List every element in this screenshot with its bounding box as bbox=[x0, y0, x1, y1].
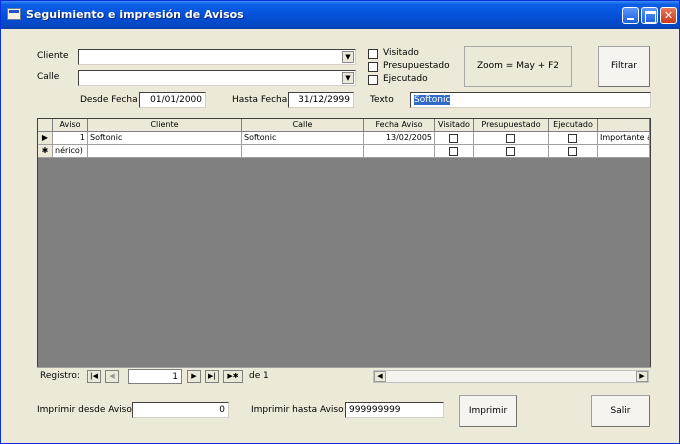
calle-combo[interactable]: ▼ bbox=[78, 70, 356, 86]
de-label: de bbox=[249, 371, 261, 381]
cell-extra[interactable] bbox=[598, 145, 650, 158]
next-record-icon[interactable]: ▶ bbox=[187, 370, 201, 383]
record-number-input[interactable]: 1 bbox=[128, 369, 182, 384]
col-header-ejecutado[interactable]: Ejecutado bbox=[549, 119, 598, 132]
cell-presupuestado[interactable] bbox=[474, 145, 549, 158]
hasta-fecha-input[interactable]: 31/12/2999 bbox=[288, 92, 354, 108]
desde-aviso-label: Imprimir desde Aviso bbox=[37, 405, 132, 415]
desde-fecha-input[interactable]: 01/01/2000 bbox=[139, 92, 206, 108]
presupuestado-checkbox[interactable] bbox=[506, 134, 515, 143]
new-row-selector[interactable]: ✱ bbox=[38, 145, 53, 158]
cell-ejecutado[interactable] bbox=[549, 145, 598, 158]
presupuestado-label: Presupuestado bbox=[383, 61, 450, 71]
cell-cliente[interactable]: Softonic bbox=[88, 132, 242, 145]
zoom-hint-panel: Zoom = May + F2 bbox=[464, 46, 572, 87]
cliente-combo[interactable]: ▼ bbox=[78, 49, 356, 65]
visitado-label: Visitado bbox=[383, 48, 419, 58]
col-header-presupuestado[interactable]: Presupuestado bbox=[474, 119, 549, 132]
hasta-aviso-label: Imprimir hasta Aviso bbox=[251, 405, 344, 415]
ejecutado-checkbox[interactable] bbox=[568, 147, 577, 156]
imprimir-button[interactable]: Imprimir bbox=[459, 395, 517, 427]
cell-fecha-aviso[interactable] bbox=[364, 145, 435, 158]
hasta-fecha-label: Hasta Fecha bbox=[232, 95, 288, 105]
app-form-icon bbox=[7, 8, 21, 20]
calle-label: Calle bbox=[37, 72, 60, 82]
filtrar-button[interactable]: Filtrar bbox=[598, 46, 650, 87]
visitado-checkbox[interactable] bbox=[449, 147, 458, 156]
hasta-aviso-input[interactable]: 999999999 bbox=[345, 402, 444, 418]
desde-aviso-input[interactable]: 0 bbox=[132, 402, 229, 418]
row-selector[interactable]: ▶ bbox=[38, 132, 53, 145]
cell-fecha-aviso[interactable]: 13/02/2005 bbox=[364, 132, 435, 145]
cell-presupuestado[interactable] bbox=[474, 132, 549, 145]
last-record-icon[interactable]: ▶| bbox=[205, 370, 219, 383]
table-row[interactable]: ▶ 1 Softonic Softonic 13/02/2005 Importa… bbox=[38, 132, 650, 145]
avisos-datasheet[interactable]: Aviso Cliente Calle Fecha Aviso Visitado… bbox=[37, 118, 651, 384]
scroll-left-icon[interactable]: ◀ bbox=[374, 371, 386, 382]
cell-extra[interactable]: Importante a bbox=[598, 132, 650, 145]
chevron-down-icon[interactable]: ▼ bbox=[342, 51, 354, 63]
grid-header-row: Aviso Cliente Calle Fecha Aviso Visitado… bbox=[38, 119, 650, 132]
cell-ejecutado[interactable] bbox=[549, 132, 598, 145]
scroll-right-icon[interactable]: ▶ bbox=[636, 371, 648, 382]
col-header-cliente[interactable]: Cliente bbox=[88, 119, 242, 132]
ejecutado-label: Ejecutado bbox=[383, 74, 428, 84]
col-header-fecha-aviso[interactable]: Fecha Aviso bbox=[364, 119, 435, 132]
registro-label: Registro: bbox=[40, 371, 80, 381]
cell-cliente[interactable] bbox=[88, 145, 242, 158]
col-header-aviso[interactable]: Aviso bbox=[53, 119, 88, 132]
col-header-visitado[interactable]: Visitado bbox=[435, 119, 474, 132]
cell-aviso[interactable]: 1 bbox=[53, 132, 88, 145]
visitado-checkbox[interactable] bbox=[368, 49, 378, 59]
col-header-extra[interactable] bbox=[598, 119, 650, 132]
texto-input[interactable]: Softonic bbox=[410, 92, 651, 108]
cell-aviso[interactable]: nérico) bbox=[53, 145, 88, 158]
new-record-icon[interactable]: ▶✱ bbox=[223, 370, 243, 383]
texto-value: Softonic bbox=[414, 95, 451, 105]
chevron-down-icon[interactable]: ▼ bbox=[342, 72, 354, 84]
close-button[interactable]: ✕ bbox=[660, 7, 677, 24]
texto-label: Texto bbox=[370, 95, 394, 105]
desde-fecha-label: Desde Fecha bbox=[80, 95, 138, 105]
cliente-label: Cliente bbox=[37, 51, 69, 61]
title-bar[interactable]: Seguimiento e impresión de Avisos ✕ bbox=[1, 1, 679, 29]
cell-calle[interactable] bbox=[242, 145, 364, 158]
horizontal-scrollbar[interactable]: ◀ ▶ bbox=[373, 370, 649, 383]
minimize-button[interactable] bbox=[622, 7, 639, 24]
visitado-checkbox[interactable] bbox=[449, 134, 458, 143]
presupuestado-checkbox[interactable] bbox=[506, 147, 515, 156]
presupuestado-checkbox[interactable] bbox=[368, 62, 378, 72]
record-navigator: Registro: |◀ ◀ 1 ▶ ▶| ▶✱ de 1 ◀ ▶ bbox=[37, 367, 651, 384]
cell-visitado[interactable] bbox=[435, 132, 474, 145]
cell-visitado[interactable] bbox=[435, 145, 474, 158]
salir-button[interactable]: Salir bbox=[591, 395, 650, 427]
first-record-icon[interactable]: |◀ bbox=[87, 370, 101, 383]
ejecutado-checkbox[interactable] bbox=[568, 134, 577, 143]
maximize-button[interactable] bbox=[641, 7, 658, 24]
col-header-calle[interactable]: Calle bbox=[242, 119, 364, 132]
table-row-new[interactable]: ✱ nérico) bbox=[38, 145, 650, 158]
header-row-selector[interactable] bbox=[38, 119, 53, 132]
zoom-hint-text: Zoom = May + F2 bbox=[477, 61, 559, 71]
cell-calle[interactable]: Softonic bbox=[242, 132, 364, 145]
prev-record-icon[interactable]: ◀ bbox=[105, 370, 119, 383]
main-window: Seguimiento e impresión de Avisos ✕ Clie… bbox=[0, 0, 680, 444]
window-title: Seguimiento e impresión de Avisos bbox=[26, 8, 244, 21]
ejecutado-checkbox[interactable] bbox=[368, 75, 378, 85]
record-total: 1 bbox=[263, 371, 269, 381]
